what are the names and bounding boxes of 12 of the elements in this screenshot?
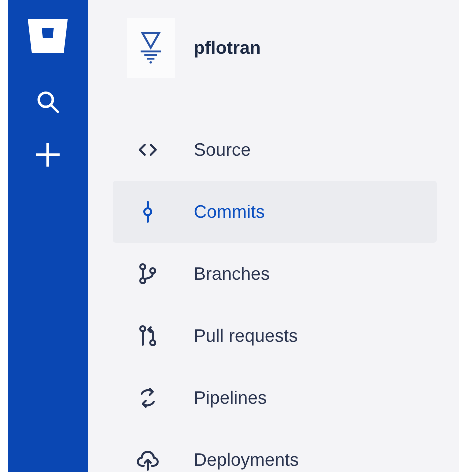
bucket-logo-icon[interactable] — [28, 19, 68, 53]
nav-item[interactable]: Branches — [113, 243, 437, 305]
nav-item[interactable]: Commits — [113, 181, 437, 243]
search-icon[interactable] — [36, 90, 60, 114]
nav-item[interactable]: Deployments — [113, 429, 437, 472]
repository-name[interactable]: pflotran — [194, 38, 261, 58]
nav-item[interactable]: Pipelines — [113, 367, 437, 429]
nav-item[interactable]: Source — [113, 119, 437, 181]
plus-icon[interactable] — [35, 142, 61, 168]
water-level-icon — [140, 31, 162, 65]
nav-item[interactable]: Pull requests — [113, 305, 437, 367]
cloud-upload-icon — [136, 448, 160, 472]
